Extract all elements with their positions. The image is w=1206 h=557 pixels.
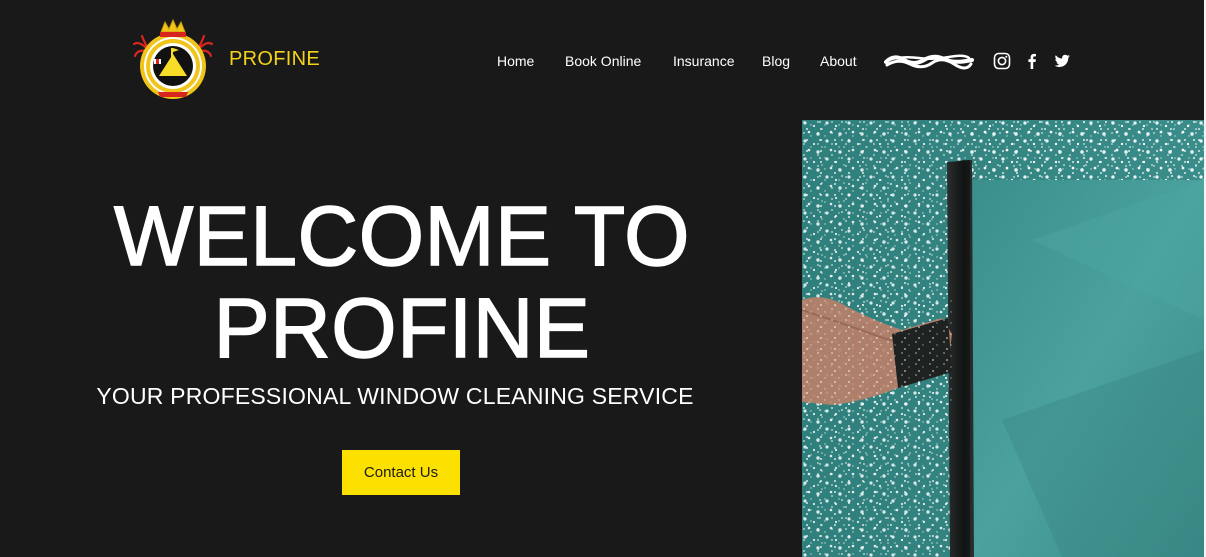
twitter-icon[interactable] [1053,52,1071,70]
nav-item-book-online[interactable]: Book Online [565,53,641,69]
hero-title-line-2: PROFINE [213,281,591,375]
nav-item-about[interactable]: About [820,53,857,69]
nav-item-blog[interactable]: Blog [762,53,790,69]
contact-us-button[interactable]: Contact Us [342,450,460,495]
redacted-phone-number [884,52,974,72]
nav-item-insurance[interactable]: Insurance [673,53,734,69]
page: PROFINE Home Book Online Insurance Blog … [0,0,1204,557]
hero-title-line-1: WELCOME TO [113,189,690,283]
hero-subtitle: YOUR PROFESSIONAL WINDOW CLEANING SERVIC… [96,383,694,409]
nav-item-home[interactable]: Home [497,53,534,69]
facebook-icon[interactable] [1023,52,1041,70]
brand-logo[interactable] [132,18,214,102]
brand-name[interactable]: PROFINE [229,48,320,71]
crown-emblem-icon [132,18,214,99]
instagram-icon[interactable] [993,52,1011,70]
window-squeegee-photo [802,120,1204,557]
hero-title: WELCOME TO PROFINE [60,189,744,375]
